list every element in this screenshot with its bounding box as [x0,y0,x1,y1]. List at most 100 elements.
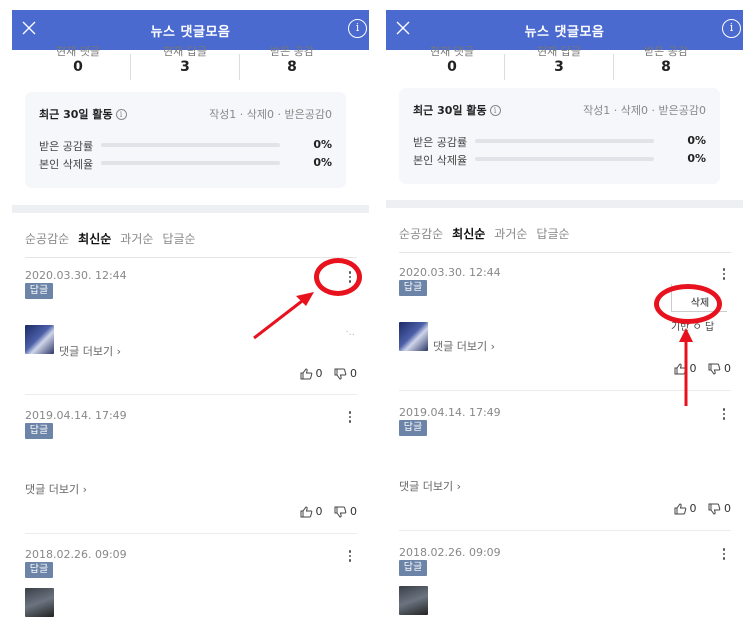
stats-row: 현재 댓글 0 현재 답글 3 받은 공감 8 [12,45,369,90]
reply-badge: 답글 [25,423,53,439]
bar-value: 0% [313,138,332,151]
left-screen: 뉴스 댓글모음 i 현재 댓글 0 현재 답글 3 받은 공감 8 최근 30일… [12,10,369,635]
stat-value: 0 [73,59,83,75]
info-icon[interactable]: i [115,109,127,120]
more-options-icon[interactable] [345,409,355,425]
stat-label: 현재 답글 [537,45,581,57]
stats-row: 현재 댓글 0 현재 답글 3 받은 공감 8 [386,45,743,90]
arrow-icon [253,292,314,340]
bar-value: 0% [687,152,706,165]
dislike-count: 0 [724,502,731,515]
reply-badge: 답글 [25,283,53,299]
thumbs-up-icon [300,505,312,517]
comment-item: 2018.02.26. 09:09 답글 [25,548,357,628]
article-thumbnail[interactable] [25,325,54,354]
dislike-button[interactable]: 0 [708,362,731,375]
more-comments-link[interactable]: 댓글 더보기 › [59,343,121,359]
thumbs-down-icon [708,363,721,375]
divider [399,530,731,531]
more-options-icon[interactable] [719,266,729,282]
tab-oldest[interactable]: 과거순 [494,227,527,241]
like-button[interactable]: 0 [300,505,323,518]
like-rate-row: 받은 공감률 0% [39,138,332,153]
tab-latest[interactable]: 최신순 [452,227,485,241]
bar-label: 받은 공감률 [39,140,94,153]
activity-title: 최근 30일 활동 [39,108,113,121]
tab-replies[interactable]: 답글순 [536,227,569,241]
stat-label: 받은 공감 [644,45,688,57]
article-thumbnail[interactable] [399,586,428,615]
comment-date: 2018.02.26. 09:09 [399,546,501,559]
info-icon[interactable]: i [489,105,501,116]
sort-tabs: 순공감순 최신순 과거순 답글순 [25,230,205,247]
stat-value: 8 [661,59,671,75]
progress-bar [101,161,280,165]
highlight-circle [314,258,362,296]
tab-replies[interactable]: 답글순 [162,232,195,246]
right-screen: 뉴스 댓글모음 i 현재 댓글 0 현재 답글 3 받은 공감 8 최근 30일… [386,10,743,635]
info-icon[interactable]: i [348,19,367,38]
sort-tabs: 순공감순 최신순 과거순 답글순 [399,225,579,242]
stat-label: 받은 공감 [270,45,314,57]
progress-bar [475,139,654,143]
delete-rate-row: 본인 삭제율 0% [413,152,706,167]
page-title: 뉴스 댓글모음 [524,25,605,40]
like-rate-row: 받은 공감률 0% [413,134,706,149]
like-count: 0 [315,367,323,380]
more-options-icon[interactable] [345,548,355,564]
bar-label: 받은 공감률 [413,136,468,149]
info-icon[interactable]: i [722,19,741,38]
comment-date: 2019.04.14. 17:49 [399,406,501,419]
progress-bar [101,143,280,147]
vote-buttons: 0 0 [292,505,357,521]
stat-label: 현재 댓글 [430,45,474,57]
reply-badge: 답글 [399,280,427,296]
like-button[interactable]: 0 [674,502,697,515]
stat-value: 3 [180,59,190,75]
section-gap [386,200,743,208]
article-thumbnail[interactable] [25,588,54,617]
more-comments-link[interactable]: 댓글 더보기 › [433,338,495,354]
tab-oldest[interactable]: 과거순 [120,232,153,246]
dislike-button[interactable]: 0 [334,367,357,380]
more-comments-link[interactable]: 댓글 더보기 › [399,478,461,494]
dislike-button[interactable]: 0 [334,505,357,518]
stat-label: 현재 답글 [163,45,207,57]
thumbs-up-icon [674,502,686,514]
tab-latest[interactable]: 최신순 [78,232,111,246]
delete-rate-row: 본인 삭제율 0% [39,156,332,171]
reply-badge: 답글 [25,562,53,578]
more-options-icon[interactable] [719,406,729,422]
progress-bar [475,157,654,161]
bar-value: 0% [313,156,332,169]
like-button[interactable]: 0 [300,367,323,380]
activity-card: 최근 30일 활동 i 작성1 · 삭제0 · 받은공감0 받은 공감률 0% 본… [399,88,720,184]
dislike-count: 0 [350,367,357,380]
page-title: 뉴스 댓글모음 [150,25,231,40]
activity-card: 최근 30일 활동 i 작성1 · 삭제0 · 받은공감0 받은 공감률 0% 본… [25,92,346,188]
stat-value: 0 [447,59,457,75]
stat-value: 3 [554,59,564,75]
activity-summary: 작성1 · 삭제0 · 받은공감0 [583,104,706,117]
tab-sympathy[interactable]: 순공감순 [399,227,443,241]
like-count: 0 [689,502,697,515]
stat-replies: 현재 답글 3 [505,45,613,75]
activity-title: 최근 30일 활동 [413,104,487,117]
stat-likes: 받은 공감 8 [238,45,346,75]
divider [25,533,357,534]
stat-comments: 현재 댓글 0 [398,45,506,75]
stat-likes: 받은 공감 8 [612,45,720,75]
more-comments-link[interactable]: 댓글 더보기 › [25,481,87,497]
like-count: 0 [315,505,323,518]
highlight-circle [654,284,722,324]
divider [399,252,731,253]
article-thumbnail[interactable] [399,322,428,351]
more-options-icon[interactable] [719,546,729,562]
stat-label: 현재 댓글 [56,45,100,57]
tab-sympathy[interactable]: 순공감순 [25,232,69,246]
thumbs-up-icon [300,367,312,379]
dislike-button[interactable]: 0 [708,502,731,515]
activity-summary: 작성1 · 삭제0 · 받은공감0 [209,108,332,121]
activity-title-wrap: 최근 30일 활동 i [39,106,127,122]
thumbs-down-icon [708,503,721,515]
